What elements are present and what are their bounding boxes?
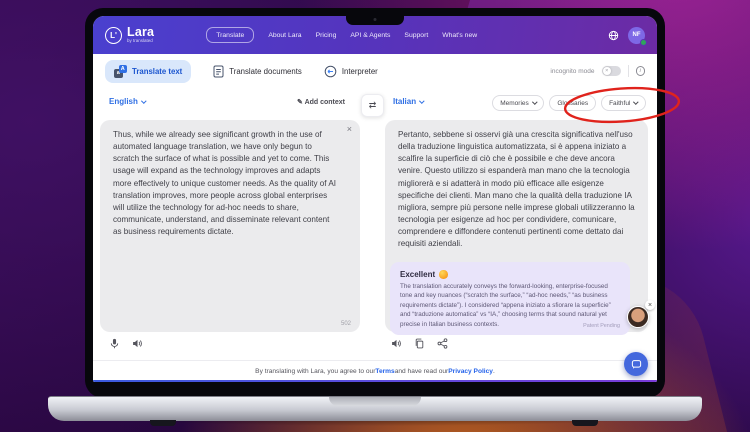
tab-label: Translate text (132, 67, 182, 76)
nav-item-support[interactable]: Support (404, 32, 428, 39)
chevron-down-icon (141, 98, 146, 103)
microphone-icon[interactable] (109, 338, 120, 349)
toggle-knob: × (603, 67, 612, 76)
logo-title: Lara (127, 27, 154, 38)
terms-link[interactable]: Terms (375, 368, 394, 375)
source-language-label: English (109, 97, 138, 106)
info-icon[interactable]: i (636, 66, 646, 76)
speaker-icon[interactable] (391, 338, 402, 349)
legal-footer: By translating with Lara, you agree to o… (93, 360, 657, 382)
glossaries-label: Glossaries (557, 100, 588, 107)
camera-notch (346, 16, 404, 25)
assistant-avatar[interactable] (627, 306, 649, 328)
translation-feedback-card: Excellent The translation accurately con… (390, 262, 630, 335)
swap-icon: ⇄ (369, 100, 377, 111)
tab-label: Interpreter (342, 67, 378, 76)
logo-subtitle: by translated (127, 38, 154, 43)
chevron-down-icon (634, 99, 639, 104)
target-language-label: Italian (393, 97, 416, 106)
glossaries-button[interactable]: Glossaries (549, 95, 596, 111)
user-avatar[interactable]: NF (628, 27, 645, 44)
document-icon (213, 65, 224, 78)
interpreter-icon (324, 65, 337, 78)
footer-text: . (493, 368, 495, 375)
feedback-title: Excellent (400, 270, 435, 279)
nav-menu: Translate About Lara Pricing API & Agent… (206, 27, 477, 43)
source-text[interactable]: Thus, while we already see significant g… (100, 120, 360, 247)
translate-text-icon: a A (114, 65, 127, 78)
status-badge (640, 39, 647, 46)
star-struck-emoji-icon (439, 270, 448, 279)
memories-label: Memories (500, 100, 529, 107)
style-label: Faithful (609, 100, 630, 107)
tab-interpreter[interactable]: Interpreter (324, 65, 378, 78)
avatar-initials: NF (633, 32, 641, 38)
tab-translate-documents[interactable]: Translate documents (213, 65, 302, 78)
nav-item-about-lara[interactable]: About Lara (268, 32, 301, 39)
target-text[interactable]: Pertanto, sebbene si osservi già una cre… (385, 120, 648, 259)
nav-item-translate[interactable]: Translate (206, 27, 254, 43)
add-context-button[interactable]: ✎ Add context (297, 98, 345, 106)
target-language-selector[interactable]: Italian (393, 97, 424, 106)
laptop-lid-notch (329, 397, 421, 406)
globe-icon[interactable] (608, 30, 619, 41)
add-context-label: Add context (305, 99, 345, 106)
clear-text-icon[interactable]: × (347, 125, 352, 134)
patent-pending-label: Patent Pending (583, 323, 620, 329)
laptop-foot (572, 420, 598, 426)
footer-text: and have read our (395, 368, 449, 375)
translation-style-button[interactable]: Faithful (601, 95, 646, 111)
swap-languages-button[interactable]: ⇄ (361, 94, 384, 117)
edit-icon: ✎ (297, 99, 303, 106)
camera-icon (374, 18, 377, 21)
source-language-selector[interactable]: English (109, 97, 145, 106)
tab-translate-text[interactable]: a A Translate text (105, 60, 191, 83)
laptop-base (48, 396, 702, 421)
dismiss-feedback-icon[interactable]: × (645, 300, 655, 310)
tab-label: Translate documents (229, 67, 302, 76)
chevron-down-icon (419, 98, 424, 103)
translate-icon-front: A (119, 65, 128, 74)
mode-tabs: a A Translate text Translate documents (93, 54, 657, 88)
laptop-foot (150, 420, 176, 426)
source-text-panel[interactable]: Thus, while we already see significant g… (100, 120, 360, 332)
nav-item-whats-new[interactable]: What's new (442, 32, 477, 39)
laptop: L' Lara by translated Translate About La… (85, 8, 665, 398)
chevron-down-icon (532, 99, 537, 104)
footer-text: By translating with Lara, you agree to o… (255, 368, 375, 375)
copy-icon[interactable] (414, 338, 425, 349)
desktop-background: L' Lara by translated Translate About La… (0, 0, 750, 432)
privacy-policy-link[interactable]: Privacy Policy (448, 368, 493, 375)
app-window: L' Lara by translated Translate About La… (93, 16, 657, 382)
character-count: 502 (341, 321, 351, 327)
nav-item-pricing[interactable]: Pricing (316, 32, 337, 39)
screen-bottom-glow (93, 380, 657, 382)
chat-bubble-icon (631, 359, 642, 370)
translate-workspace: English ✎ Add context ⇄ Italian Memories (93, 88, 657, 360)
incognito-toggle[interactable]: × (602, 66, 621, 77)
chat-support-button[interactable] (624, 352, 648, 376)
divider (628, 65, 629, 77)
memories-button[interactable]: Memories (492, 95, 544, 111)
lara-logo-icon: L' (105, 27, 122, 44)
speaker-icon[interactable] (132, 338, 143, 349)
lara-logo[interactable]: L' Lara by translated (105, 27, 154, 44)
incognito-mode-label: incognito mode (550, 68, 594, 75)
nav-item-api-agents[interactable]: API & Agents (350, 32, 390, 39)
share-icon[interactable] (437, 338, 448, 349)
